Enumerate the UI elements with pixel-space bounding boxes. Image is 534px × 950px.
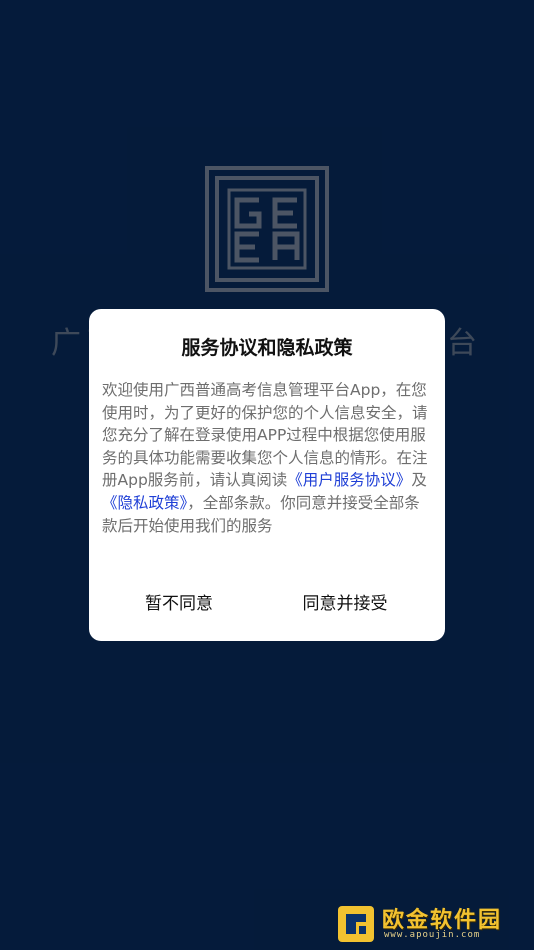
watermark: 欧金软件园 www.apoujin.com xyxy=(334,900,530,946)
watermark-logo-icon xyxy=(336,904,376,944)
accept-button[interactable]: 同意并接受 xyxy=(285,589,405,619)
privacy-policy-link[interactable]: 《隐私政策》 xyxy=(102,494,187,512)
dialog-actions: 暂不同意 同意并接受 xyxy=(89,589,445,619)
dialog-body: 欢迎使用广西普通高考信息管理平台App，在您使用时，为了更好的保护您的个人信息安… xyxy=(102,379,432,537)
dialog-body-text: 及 xyxy=(411,471,427,490)
decline-button[interactable]: 暂不同意 xyxy=(129,589,229,619)
user-agreement-link[interactable]: 《用户服务协议》 xyxy=(287,471,411,489)
privacy-dialog: 服务协议和隐私政策 欢迎使用广西普通高考信息管理平台App，在您使用时，为了更好… xyxy=(89,309,445,641)
dialog-title: 服务协议和隐私政策 xyxy=(181,337,353,359)
watermark-url: www.apoujin.com xyxy=(384,930,481,940)
